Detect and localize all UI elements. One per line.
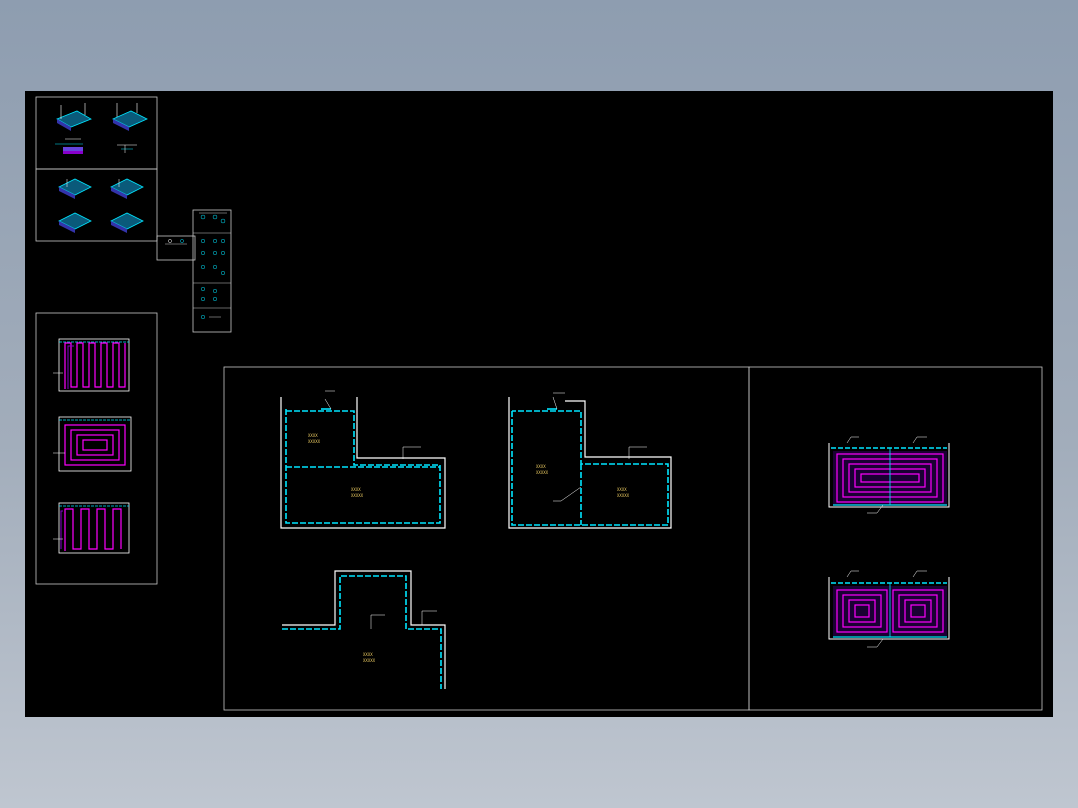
plan-a-room-1-label: XXXX bbox=[308, 433, 318, 438]
loop-detail-single-spiral[interactable] bbox=[828, 436, 950, 514]
fitting-symbols bbox=[200, 214, 226, 320]
serpentine-pattern-2[interactable] bbox=[53, 502, 130, 554]
iso-view-4 bbox=[110, 178, 144, 199]
plan-b-room-1-code: XXXXX bbox=[536, 470, 549, 475]
serpentine-pattern-1[interactable] bbox=[53, 338, 130, 392]
plan-c-room-code: XXXXX bbox=[363, 658, 376, 663]
iso-view-5 bbox=[58, 212, 92, 233]
iso-view-2 bbox=[112, 103, 148, 131]
fittings-legend-column[interactable] bbox=[192, 209, 232, 333]
section-view-1 bbox=[55, 138, 83, 154]
cad-drawing: XXXX XXXXX XXXX XXXXX XXXX XXXXX XXXX XX… bbox=[35, 96, 1043, 711]
section-view-2 bbox=[117, 144, 137, 153]
floor-plan-sheet[interactable]: XXXX XXXXX XXXX XXXXX XXXX XXXXX XXXX XX… bbox=[223, 366, 750, 711]
floor-plan-b[interactable]: XXXX XXXXX XXXX XXXXX bbox=[508, 392, 672, 529]
plan-a-room-1-code: XXXXX bbox=[308, 439, 321, 444]
plan-c-room-label: XXXX bbox=[363, 652, 373, 657]
iso-view-3 bbox=[58, 178, 92, 199]
isometric-detail-sheet-1[interactable] bbox=[35, 96, 158, 170]
plan-a-room-2-code: XXXXX bbox=[351, 493, 364, 498]
isometric-detail-sheet-2[interactable] bbox=[35, 168, 158, 242]
floor-plan-c[interactable]: XXXX XXXXX bbox=[282, 570, 446, 689]
plan-b-room-2-label: XXXX bbox=[617, 487, 627, 492]
heating-loop-detail-sheet[interactable] bbox=[748, 366, 1043, 711]
plan-b-room-2-code: XXXXX bbox=[617, 493, 630, 498]
plan-a-room-2-label: XXXX bbox=[351, 487, 361, 492]
plan-b-room-1-label: XXXX bbox=[536, 464, 546, 469]
fitting-detail-strip[interactable] bbox=[156, 235, 196, 261]
cad-drawing-canvas[interactable]: XXXX XXXXX XXXX XXXXX XXXX XXXXX XXXX XX… bbox=[25, 91, 1053, 717]
pipe-layout-patterns-panel[interactable] bbox=[35, 312, 158, 585]
iso-view-1 bbox=[56, 103, 92, 131]
floor-plan-a[interactable]: XXXX XXXXX XXXX XXXXX bbox=[280, 390, 446, 529]
loop-detail-double-spiral[interactable] bbox=[828, 570, 950, 648]
iso-view-6 bbox=[110, 212, 144, 233]
spiral-pattern-1[interactable] bbox=[53, 416, 132, 472]
